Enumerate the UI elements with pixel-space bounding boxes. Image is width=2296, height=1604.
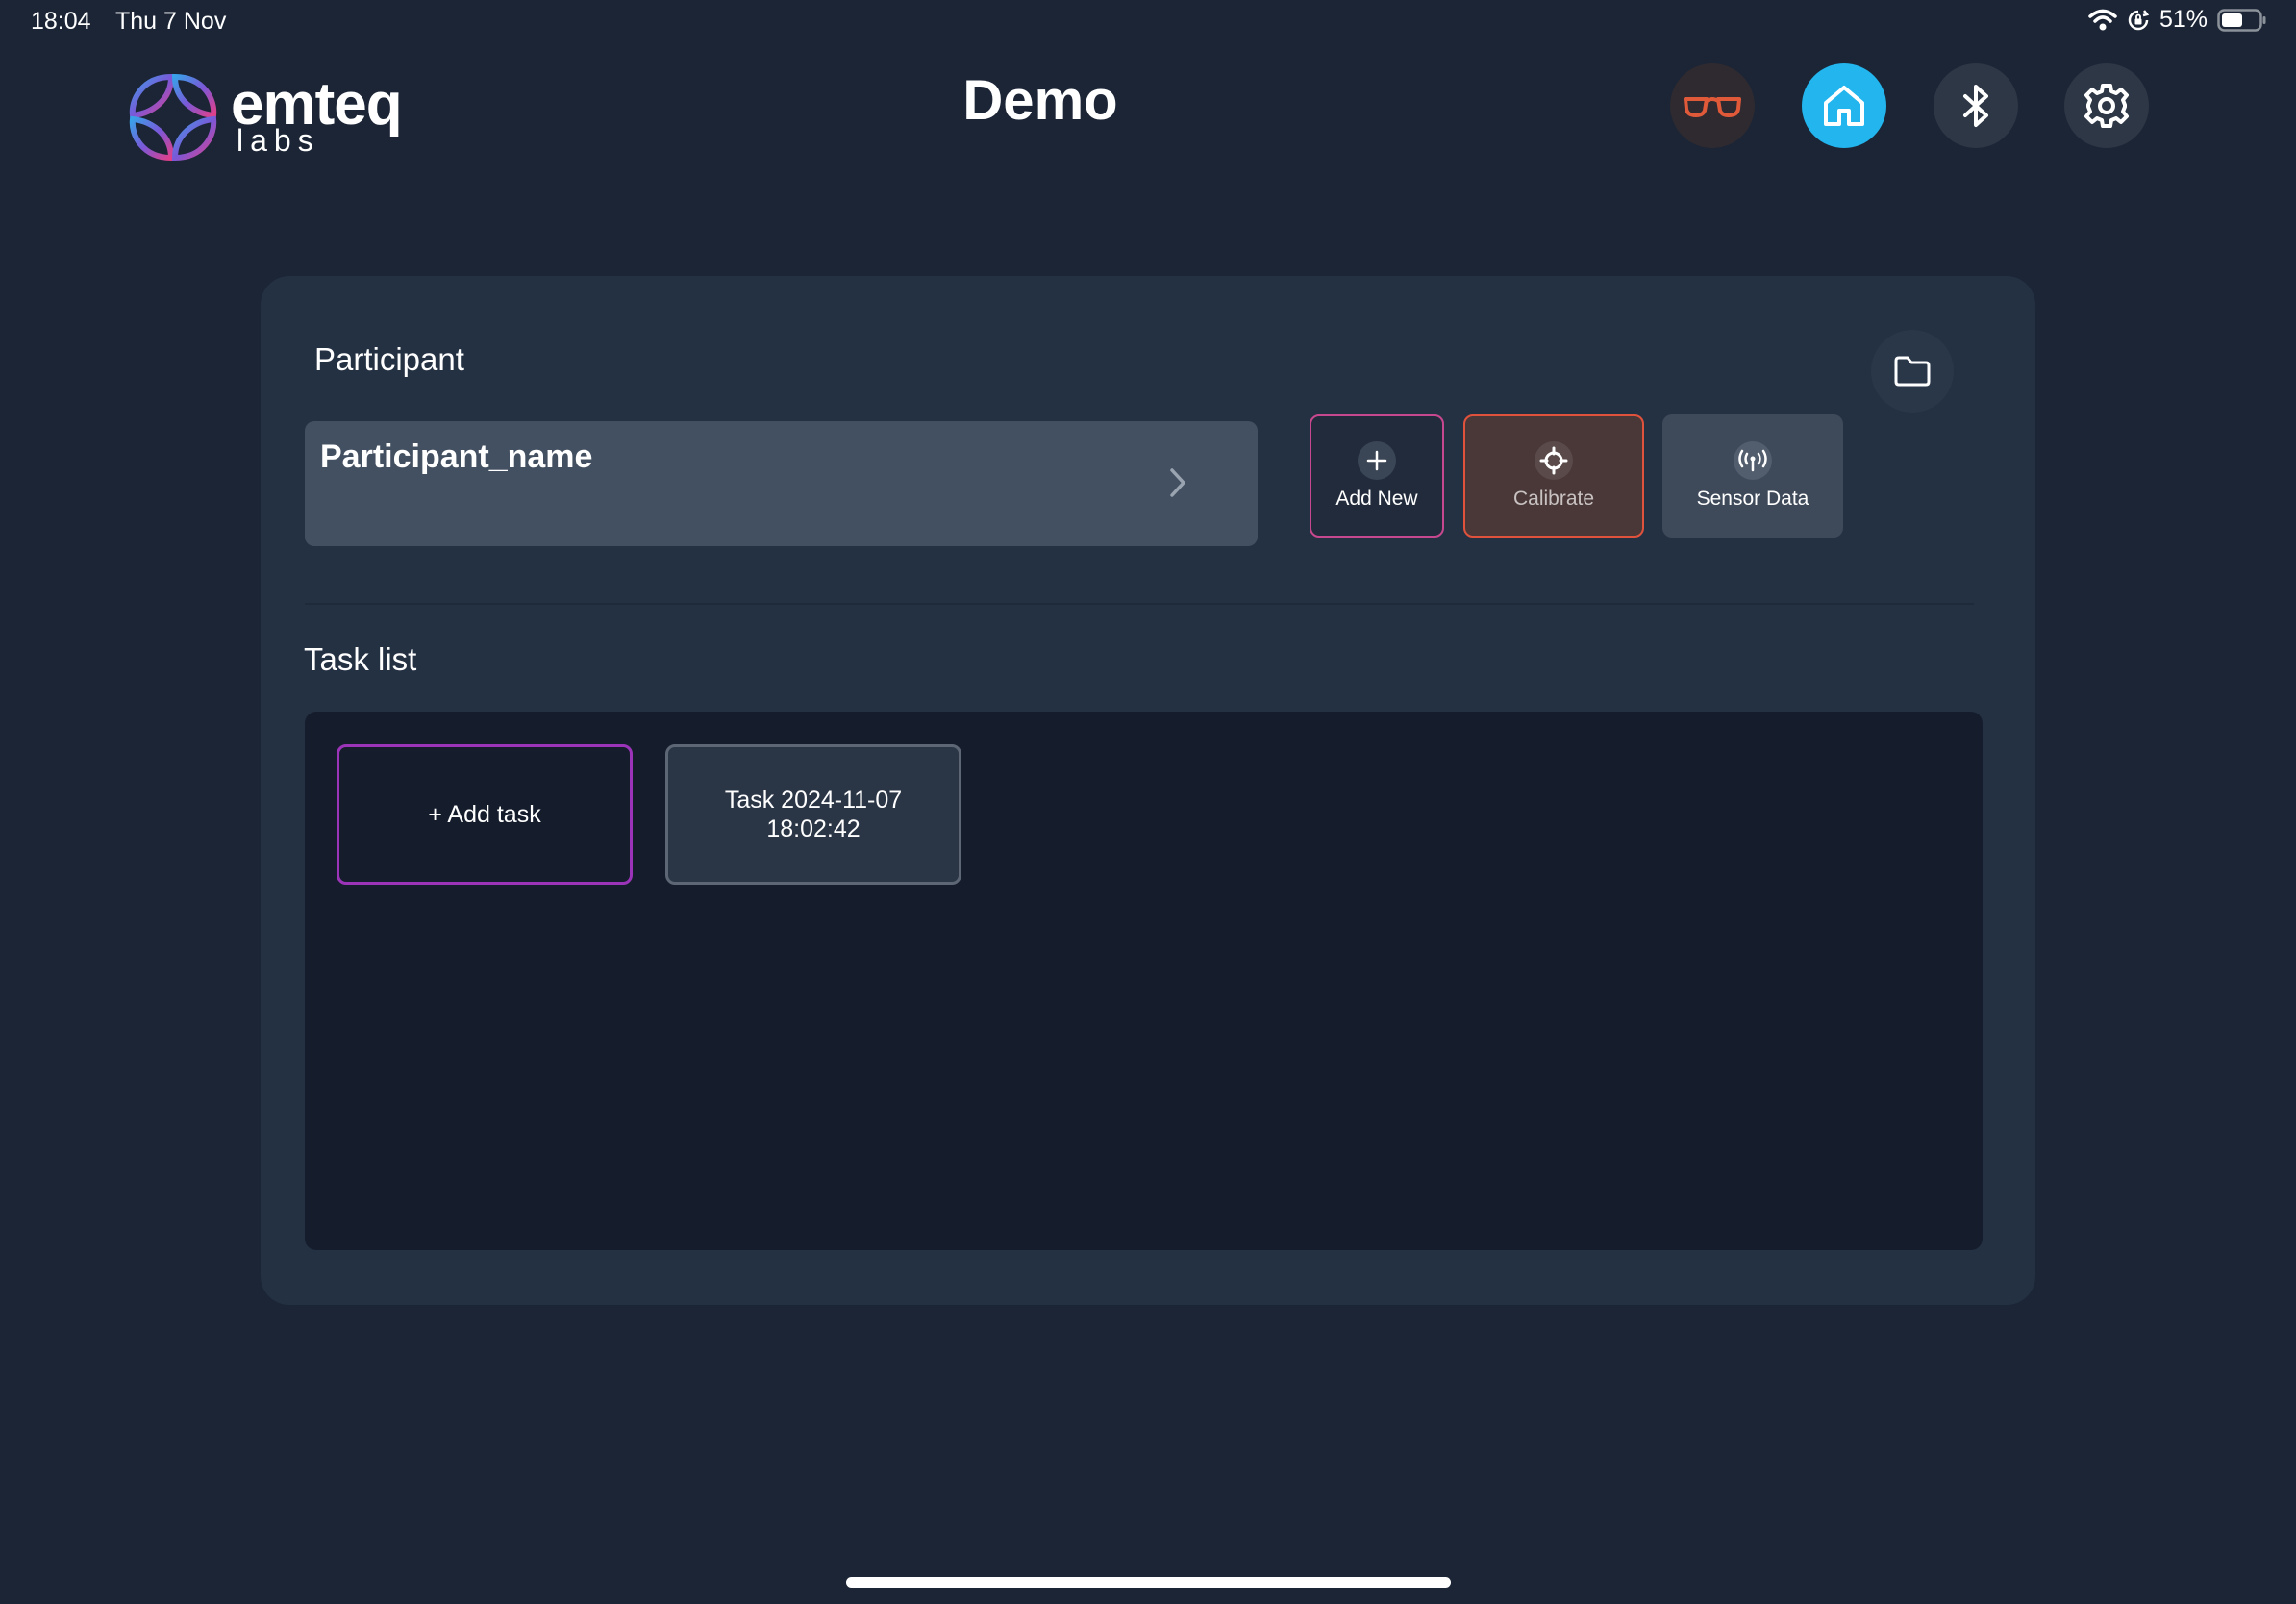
status-time: 18:04 <box>31 8 91 35</box>
chevron-right-icon <box>1169 467 1186 503</box>
settings-button[interactable] <box>2064 63 2149 148</box>
main-card: Participant Participant_name Add New Cal… <box>261 276 2035 1305</box>
battery-percent: 51% <box>2159 6 2208 33</box>
battery-icon <box>2217 8 2267 33</box>
emteq-labs-logo: emteq labs <box>123 71 431 167</box>
add-new-participant-button[interactable]: Add New <box>1310 414 1444 538</box>
section-divider <box>305 603 1974 605</box>
sensor-data-button[interactable]: Sensor Data <box>1662 414 1843 538</box>
plus-icon <box>1358 441 1396 480</box>
home-icon <box>1824 86 1864 126</box>
broadcast-icon <box>1734 441 1772 480</box>
status-date: Thu 7 Nov <box>115 8 227 35</box>
logo-subtext: labs <box>237 123 320 158</box>
task-list: + Add task Task 2024-11-07 18:02:42 <box>305 712 1983 1250</box>
participant-name: Participant_name <box>320 439 593 475</box>
page-title: Demo <box>962 69 1118 132</box>
task-item-label: Task 2024-11-07 18:02:42 <box>724 787 903 842</box>
status-icons: 51% <box>2088 6 2267 34</box>
participant-section-label: Participant <box>314 341 464 377</box>
status-bar: 18:04 Thu 7 Nov 51% <box>0 0 2296 46</box>
bluetooth-button[interactable] <box>1934 63 2018 148</box>
orientation-lock-icon <box>2127 9 2150 32</box>
folder-icon <box>1894 356 1931 387</box>
calibrate-button[interactable]: Calibrate <box>1463 414 1644 538</box>
participant-selector[interactable]: Participant_name <box>305 421 1258 546</box>
glasses-icon <box>1684 97 1741 117</box>
add-new-label: Add New <box>1335 488 1418 510</box>
calibrate-label: Calibrate <box>1512 488 1595 510</box>
bluetooth-icon <box>1963 85 1988 127</box>
add-task-button[interactable]: + Add task <box>337 744 633 885</box>
sensor-data-label: Sensor Data <box>1696 488 1809 510</box>
task-item[interactable]: Task 2024-11-07 18:02:42 <box>665 744 961 885</box>
home-button[interactable] <box>1802 63 1886 148</box>
crosshair-icon <box>1535 441 1573 480</box>
home-indicator[interactable] <box>846 1577 1451 1588</box>
folder-button[interactable] <box>1871 330 1954 413</box>
logo-mark-icon <box>129 73 217 162</box>
add-task-label: + Add task <box>428 801 541 828</box>
glasses-button[interactable] <box>1670 63 1755 148</box>
task-list-label: Task list <box>304 641 417 677</box>
wifi-icon <box>2088 9 2117 32</box>
gear-icon <box>2084 84 2129 128</box>
